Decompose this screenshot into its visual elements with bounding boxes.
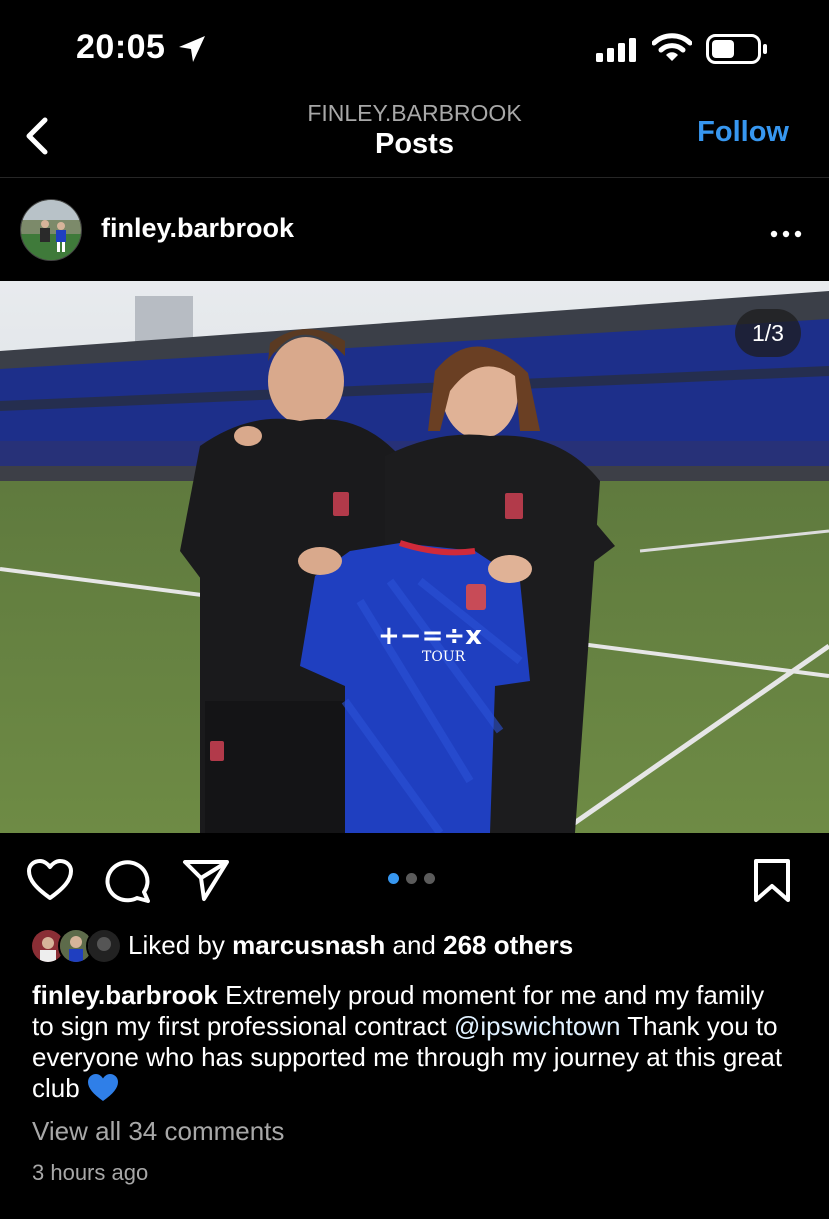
image-counter: 1/3 bbox=[735, 309, 801, 357]
carousel-indicator bbox=[388, 871, 442, 889]
post-caption: finley.barbrook Extremely proud moment f… bbox=[32, 980, 792, 1104]
status-bar: 20:05 bbox=[0, 0, 829, 100]
liker-username[interactable]: marcusnash bbox=[232, 930, 385, 960]
likes-text: Liked by marcusnash and 268 others bbox=[128, 930, 573, 961]
likes-and: and bbox=[392, 930, 436, 960]
comment-icon[interactable] bbox=[104, 858, 152, 909]
post-header: finley.barbrook bbox=[0, 178, 829, 280]
location-arrow-icon bbox=[176, 33, 208, 70]
follow-button[interactable]: Follow bbox=[697, 116, 789, 149]
post-actions bbox=[0, 834, 829, 924]
blue-heart-emoji bbox=[87, 1073, 119, 1103]
liker-avatar bbox=[86, 928, 122, 964]
caption-username[interactable]: finley.barbrook bbox=[32, 980, 218, 1010]
carousel-dot bbox=[388, 873, 399, 884]
wifi-icon bbox=[651, 33, 693, 68]
post-timestamp: 3 hours ago bbox=[32, 1160, 149, 1185]
bookmark-icon[interactable] bbox=[752, 858, 792, 909]
likes-others[interactable]: 268 others bbox=[443, 930, 573, 960]
share-icon[interactable] bbox=[182, 858, 230, 907]
posts-header: FINLEY.BARBROOK Posts Follow bbox=[0, 100, 829, 178]
caption-mention[interactable]: @ipswichtown bbox=[454, 1011, 621, 1041]
jersey-symbols: +−=÷x bbox=[378, 621, 482, 651]
carousel-dot bbox=[406, 873, 417, 884]
battery-icon bbox=[706, 34, 768, 69]
status-time: 20:05 bbox=[76, 28, 166, 66]
likes-row[interactable]: Liked by marcusnash and 268 others bbox=[30, 926, 810, 966]
view-comments-link[interactable]: View all 34 comments bbox=[32, 1116, 284, 1147]
heart-icon[interactable] bbox=[26, 858, 74, 907]
post-image[interactable]: +−=÷x TOUR 1/3 bbox=[0, 281, 829, 833]
jersey-text: TOUR bbox=[422, 649, 466, 665]
more-options-icon[interactable] bbox=[770, 226, 802, 244]
avatar[interactable] bbox=[20, 199, 82, 261]
carousel-dot bbox=[424, 873, 435, 884]
post-photo-illustration: +−=÷x TOUR bbox=[0, 281, 829, 833]
likes-prefix: Liked by bbox=[128, 930, 225, 960]
post-username[interactable]: finley.barbrook bbox=[101, 213, 294, 244]
signal-icon bbox=[596, 38, 640, 67]
